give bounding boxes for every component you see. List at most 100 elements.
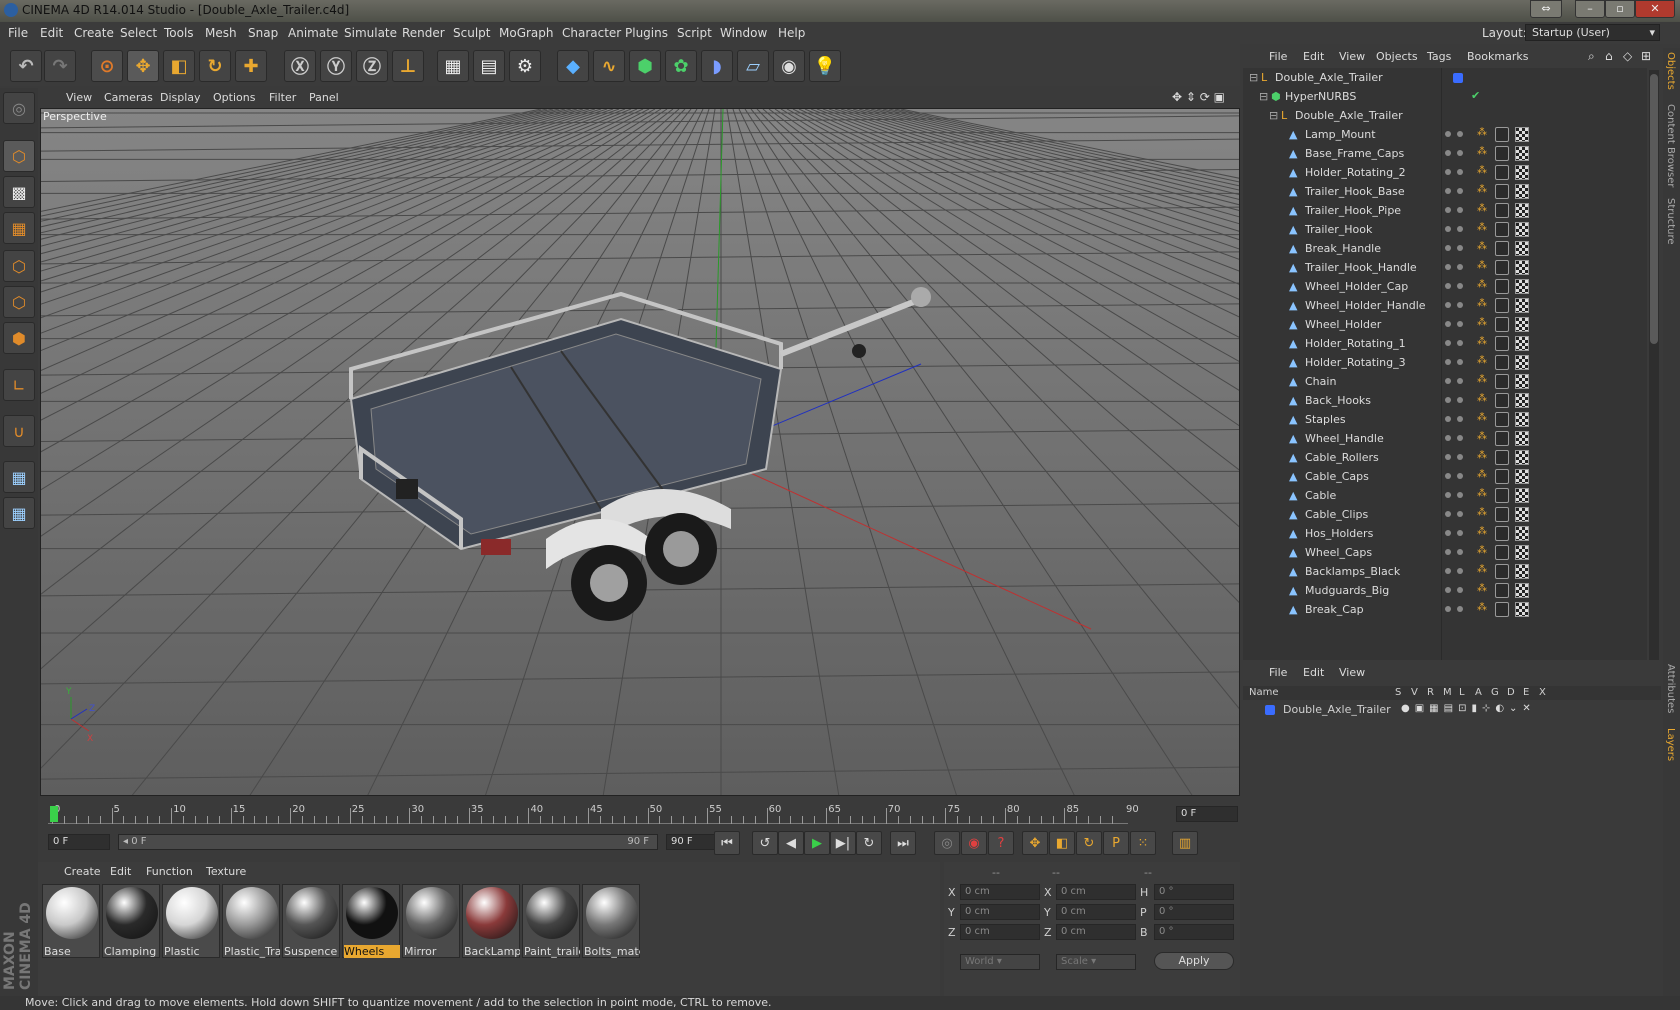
phong-tag-icon[interactable]: ⁂ xyxy=(1477,241,1487,252)
y-axis-icon[interactable]: Ⓨ xyxy=(320,50,352,82)
coordinate-system-icon[interactable]: ⊥ xyxy=(392,50,424,82)
render-visibility-dot[interactable] xyxy=(1457,606,1463,612)
editor-visibility-dot[interactable] xyxy=(1445,131,1451,137)
key-rotation-icon[interactable]: ↻ xyxy=(1076,831,1102,855)
layer-row[interactable]: Double_Axle_Trailer ●▣▦▤⊡▮⊹◐⌄✕ xyxy=(1243,702,1661,718)
object-row[interactable]: ▲ Wheel_Caps ⁂ xyxy=(1243,543,1643,563)
object-row[interactable]: ▲ Mudguards_Big ⁂ xyxy=(1243,581,1643,601)
material-tag-icon[interactable] xyxy=(1495,507,1509,522)
material-tag-icon[interactable] xyxy=(1495,184,1509,199)
size-x-field[interactable]: 0 cm xyxy=(1056,884,1136,900)
record-keys-icon[interactable]: ◎ xyxy=(934,831,960,855)
live-select-icon[interactable]: ⊙ xyxy=(91,50,123,82)
playhead[interactable] xyxy=(50,806,58,822)
layer-col-e[interactable]: E xyxy=(1523,687,1529,698)
add-icon[interactable]: ✚ xyxy=(235,50,267,82)
goto-end-icon[interactable]: ⏭ xyxy=(890,831,916,855)
menu-sculpt[interactable]: Sculpt xyxy=(453,26,490,40)
object-row[interactable]: ▲ Chain ⁂ xyxy=(1243,372,1643,392)
spline-icon[interactable]: ∿ xyxy=(593,50,625,82)
uvw-tag-icon[interactable] xyxy=(1515,165,1529,180)
vp-menu-view[interactable]: View xyxy=(66,91,92,104)
edges-mode-icon[interactable]: ⬡ xyxy=(3,286,35,318)
editor-visibility-dot[interactable] xyxy=(1445,511,1451,517)
layer-col-v[interactable]: V xyxy=(1411,687,1418,698)
uvw-tag-icon[interactable] xyxy=(1515,279,1529,294)
size-y-field[interactable]: 0 cm xyxy=(1056,904,1136,920)
menu-simulate[interactable]: Simulate xyxy=(344,26,397,40)
phong-tag-icon[interactable]: ⁂ xyxy=(1477,298,1487,309)
coord-space-select[interactable]: World ▾ xyxy=(960,954,1040,970)
key-pla-icon[interactable]: ⁙ xyxy=(1130,831,1156,855)
render-visibility-dot[interactable] xyxy=(1457,150,1463,156)
maximize-button[interactable]: ▫ xyxy=(1605,0,1635,18)
rotation-h-field[interactable]: 0 ° xyxy=(1154,884,1234,900)
position-z-field[interactable]: 0 cm xyxy=(960,924,1040,940)
tab-layers[interactable]: Layers xyxy=(1665,728,1676,761)
object-row[interactable]: ▲ Trailer_Hook_Handle ⁂ xyxy=(1243,258,1643,278)
render-visibility-dot[interactable] xyxy=(1457,340,1463,346)
editor-visibility-dot[interactable] xyxy=(1445,435,1451,441)
menu-help[interactable]: Help xyxy=(778,26,805,40)
object-mode-icon[interactable]: ⬡ xyxy=(3,140,35,172)
editor-visibility-dot[interactable] xyxy=(1445,207,1451,213)
rotation-b-field[interactable]: 0 ° xyxy=(1154,924,1234,940)
phong-tag-icon[interactable]: ⁂ xyxy=(1477,146,1487,157)
material-tag-icon[interactable] xyxy=(1495,355,1509,370)
keyframe-selection-icon[interactable]: ? xyxy=(988,831,1014,855)
editor-visibility-dot[interactable] xyxy=(1445,606,1451,612)
object-row[interactable]: ▲ Wheel_Holder_Handle ⁂ xyxy=(1243,296,1643,316)
render-visibility-dot[interactable] xyxy=(1457,245,1463,251)
phong-tag-icon[interactable]: ⁂ xyxy=(1477,203,1487,214)
material-swatch[interactable]: Plastic_Trar xyxy=(222,884,280,958)
material-tag-icon[interactable] xyxy=(1495,526,1509,541)
obj-menu-view[interactable]: View xyxy=(1339,50,1365,63)
uvw-tag-icon[interactable] xyxy=(1515,241,1529,256)
render-visibility-dot[interactable] xyxy=(1457,435,1463,441)
tab-attributes[interactable]: Attributes xyxy=(1665,664,1676,713)
object-tree[interactable]: ⊟ L Double_Axle_Trailer ⊟ ⬢ HyperNURBS ✔ ⊟… xyxy=(1243,68,1647,660)
play-icon[interactable]: ▶ xyxy=(804,831,830,855)
tab-content-browser[interactable]: Content Browser xyxy=(1665,104,1676,187)
material-tag-icon[interactable] xyxy=(1495,203,1509,218)
render-visibility-dot[interactable] xyxy=(1457,226,1463,232)
vp-menu-display[interactable]: Display xyxy=(160,91,201,104)
workplane-lock-icon[interactable]: ▦ xyxy=(3,461,35,493)
material-swatch[interactable]: Clamping xyxy=(102,884,160,958)
menu-edit[interactable]: Edit xyxy=(40,26,63,40)
phong-tag-icon[interactable]: ⁂ xyxy=(1477,545,1487,556)
render-visibility-dot[interactable] xyxy=(1457,169,1463,175)
layout-select[interactable]: Startup (User) ▾ xyxy=(1525,24,1660,41)
phong-tag-icon[interactable]: ⁂ xyxy=(1477,355,1487,366)
editor-visibility-dot[interactable] xyxy=(1445,473,1451,479)
object-row[interactable]: ▲ Cable_Caps ⁂ xyxy=(1243,467,1643,487)
phong-tag-icon[interactable]: ⁂ xyxy=(1477,374,1487,385)
phong-tag-icon[interactable]: ⁂ xyxy=(1477,317,1487,328)
editor-visibility-dot[interactable] xyxy=(1445,416,1451,422)
object-row[interactable]: ▲ Break_Cap ⁂ xyxy=(1243,600,1643,620)
scale-icon[interactable]: ◧ xyxy=(163,50,195,82)
uvw-tag-icon[interactable] xyxy=(1515,564,1529,579)
material-swatch[interactable]: Paint_traile xyxy=(522,884,580,958)
obj-layers-icon[interactable]: ◇ xyxy=(1623,49,1632,63)
object-group-row[interactable]: ⊟ L Double_Axle_Trailer xyxy=(1243,106,1643,126)
phong-tag-icon[interactable]: ⁂ xyxy=(1477,469,1487,480)
layer-menu-file[interactable]: File xyxy=(1269,666,1287,679)
layer-col-m[interactable]: M xyxy=(1443,687,1452,698)
render-visibility-dot[interactable] xyxy=(1457,207,1463,213)
texture-mode-icon[interactable]: ▩ xyxy=(3,176,35,208)
cube-icon[interactable]: ◆ xyxy=(557,50,589,82)
material-tag-icon[interactable] xyxy=(1495,602,1509,617)
material-tag-icon[interactable] xyxy=(1495,165,1509,180)
layer-col-d[interactable]: D xyxy=(1507,687,1515,698)
render-visibility-dot[interactable] xyxy=(1457,492,1463,498)
render-visibility-dot[interactable] xyxy=(1457,188,1463,194)
uvw-tag-icon[interactable] xyxy=(1515,412,1529,427)
current-frame-field[interactable]: 0 F xyxy=(1176,806,1238,822)
editor-visibility-dot[interactable] xyxy=(1445,549,1451,555)
object-row[interactable]: ▲ Staples ⁂ xyxy=(1243,410,1643,430)
goto-start-icon[interactable]: ⏮ xyxy=(714,831,740,855)
phong-tag-icon[interactable]: ⁂ xyxy=(1477,412,1487,423)
phong-tag-icon[interactable]: ⁂ xyxy=(1477,260,1487,271)
material-swatch[interactable]: Plastic xyxy=(162,884,220,958)
